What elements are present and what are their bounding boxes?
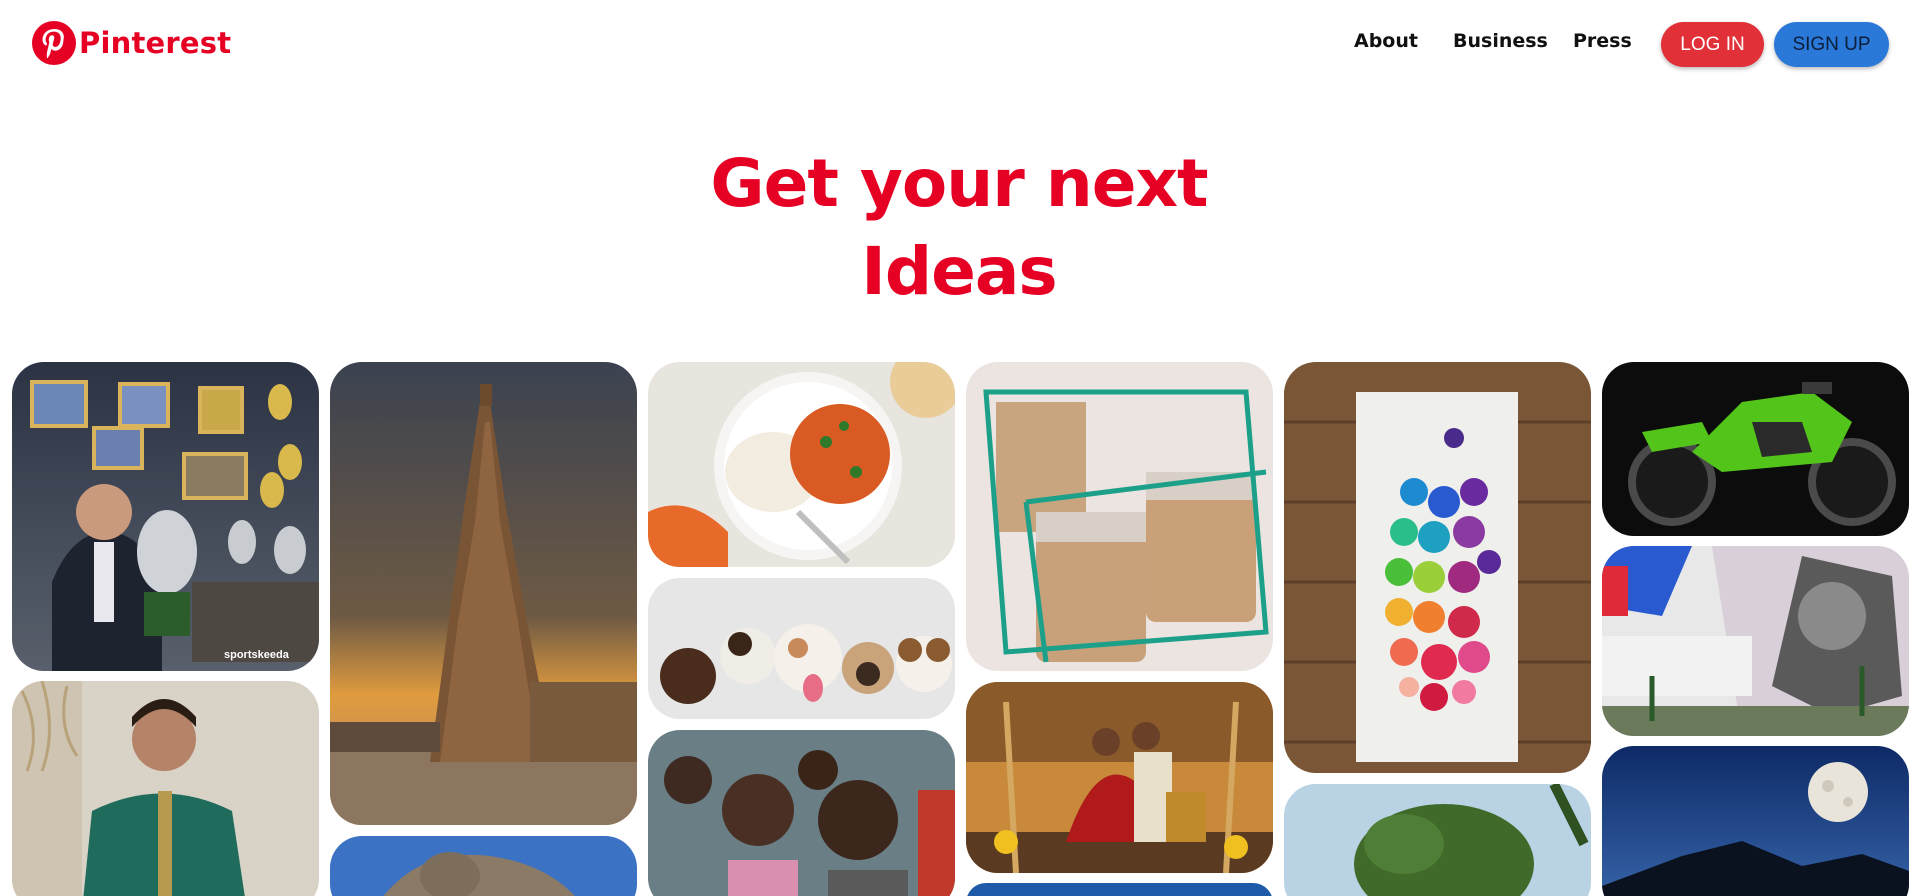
pin-wedding-family[interactable]: [966, 682, 1273, 873]
pin-temple-tower[interactable]: [330, 362, 637, 825]
nav-press-link[interactable]: Press: [1573, 30, 1632, 52]
nav-business-link[interactable]: Business: [1453, 30, 1548, 52]
sportskeeda-watermark: sportskeeda: [224, 649, 290, 661]
logo-wordmark: Pinterest: [79, 26, 232, 60]
login-button[interactable]: LOG IN: [1661, 22, 1764, 67]
pin-mural-building[interactable]: [1602, 546, 1909, 736]
hero-heading: Get your next Ideas: [0, 140, 1918, 316]
elephant-image: [330, 836, 637, 896]
hero-line-1: Get your next: [710, 145, 1208, 222]
pin-blue-bottom[interactable]: [966, 883, 1273, 896]
children-smiling-image: [648, 730, 955, 896]
wedding-family-image: [966, 682, 1273, 873]
pin-elephant[interactable]: [330, 836, 637, 896]
pin-puppies[interactable]: [648, 578, 955, 719]
top-navbar: Pinterest About Business Press LOG IN SI…: [0, 0, 1918, 88]
curry-rice-image: [648, 362, 955, 567]
green-motorbike-image: [1602, 362, 1909, 536]
blue-image: [966, 883, 1273, 896]
pin-cricket-trophies[interactable]: sportskeeda: [12, 362, 319, 671]
green-kurta-image: [12, 681, 319, 896]
temple-tower-image: [330, 362, 637, 825]
pin-curry-rice[interactable]: [648, 362, 955, 567]
pinterest-logo[interactable]: Pinterest: [31, 20, 231, 66]
pin-green-kurta[interactable]: [12, 681, 319, 896]
mural-building-image: [1602, 546, 1909, 736]
pin-peacock-art[interactable]: [1284, 362, 1591, 773]
hero-line-2: Ideas: [861, 233, 1057, 310]
peacock-art-image: [1284, 362, 1591, 773]
pin-tree-sky[interactable]: [1284, 784, 1591, 896]
tree-sky-image: [1284, 784, 1591, 896]
cricket-trophies-image: sportskeeda: [12, 362, 319, 671]
pin-green-motorbike[interactable]: [1602, 362, 1909, 536]
puppies-image: [648, 578, 955, 719]
pinterest-logo-icon: [32, 21, 76, 65]
nav-about-link[interactable]: About: [1354, 30, 1418, 52]
pin-children-smiling[interactable]: [648, 730, 955, 896]
pin-chai-glasses[interactable]: [966, 362, 1273, 671]
signup-button[interactable]: SIGN UP: [1774, 22, 1889, 67]
moon-night-image: [1602, 746, 1909, 896]
chai-glasses-image: [966, 362, 1273, 671]
pin-moon-night[interactable]: [1602, 746, 1909, 896]
